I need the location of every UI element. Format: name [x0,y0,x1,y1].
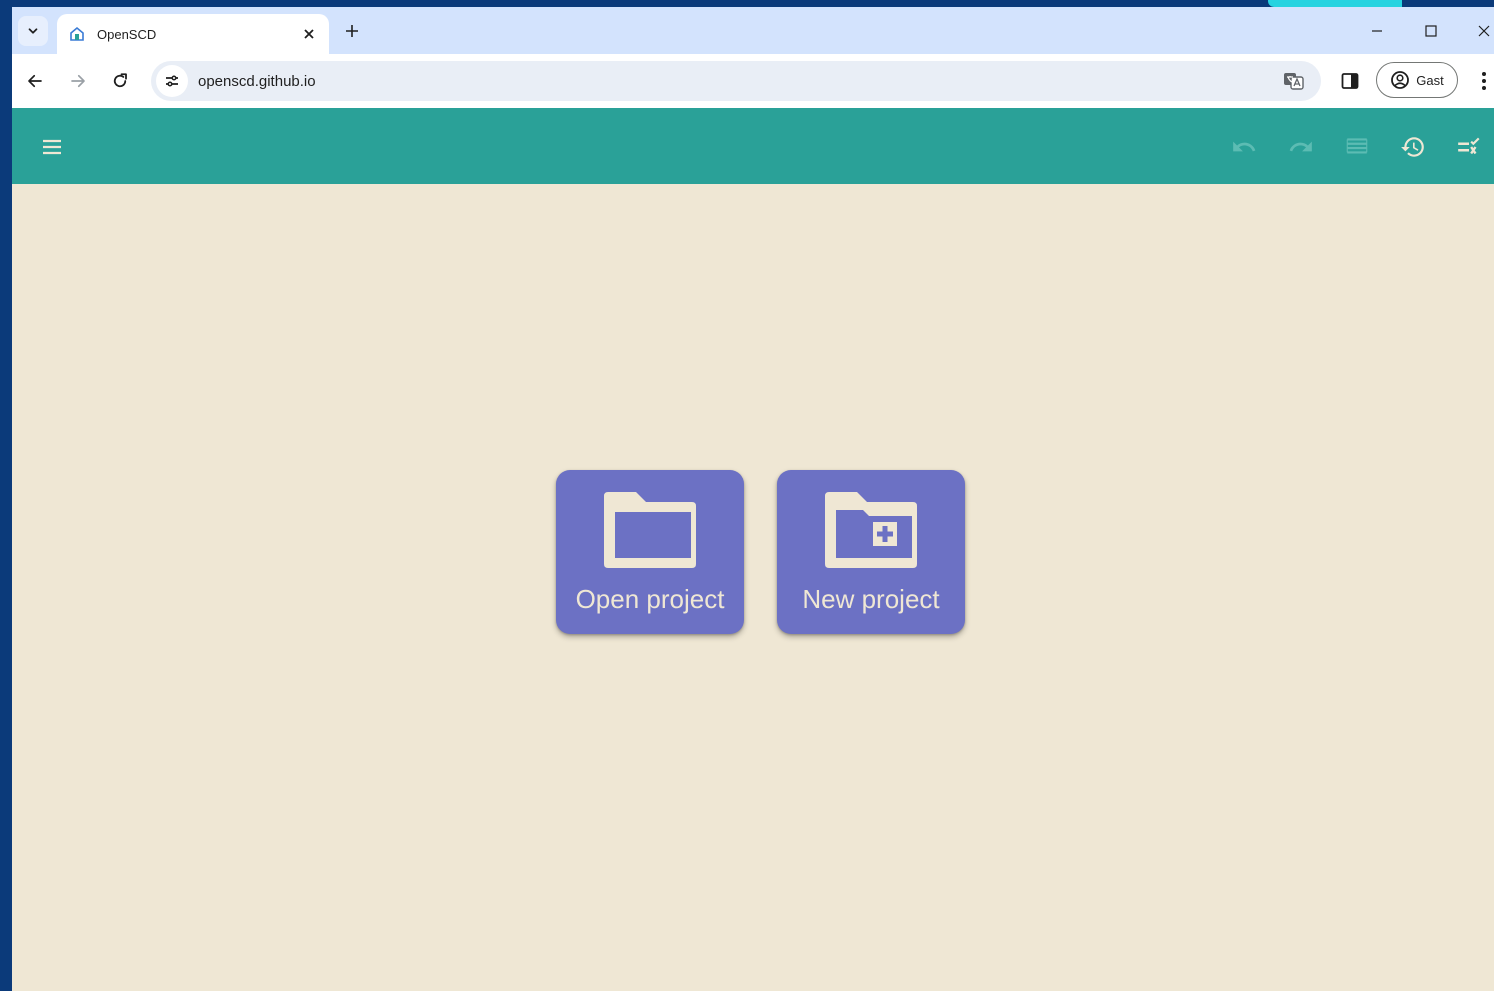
forward-button[interactable] [63,66,93,96]
open-project-button[interactable]: Open project [556,470,744,634]
new-project-label: New project [802,584,940,614]
create-new-folder-icon [819,486,923,574]
diagnostics-button[interactable] [1456,134,1482,160]
back-button[interactable] [20,66,50,96]
address-bar[interactable]: openscd.github.io [151,61,1321,101]
app-bar [12,108,1494,184]
arrow-right-icon [71,74,85,88]
profile-button[interactable]: Gast [1376,62,1458,98]
reload-icon [113,73,127,88]
undo-icon [1233,141,1256,152]
minimize-icon [1372,30,1382,32]
profile-label: Gast [1416,72,1444,88]
diagnostics-icon [1458,137,1480,155]
close-window-button[interactable] [1470,17,1494,45]
translate-button[interactable] [1279,66,1309,96]
folder-icon [598,486,702,574]
site-info-button[interactable] [156,65,188,97]
undo-button[interactable] [1231,134,1257,160]
plus-icon [346,25,358,37]
menu-icon [43,139,61,155]
tab-title: OpenSCD [97,26,157,42]
translate-icon [1284,73,1304,90]
redo-button[interactable] [1288,134,1314,160]
menu-button[interactable] [39,134,65,160]
side-panel-icon [1341,73,1359,89]
browser-tab[interactable]: OpenSCD [57,14,329,54]
side-panel-button[interactable] [1335,66,1365,96]
arrow-left-icon [28,74,42,88]
history-button[interactable] [1400,134,1426,160]
chevron-down-icon [28,28,38,34]
history-icon [1401,137,1424,157]
tab-strip: OpenSCD [12,7,1494,54]
maximize-button[interactable] [1417,17,1445,45]
new-project-button[interactable]: New project [777,470,965,634]
tab-search-button[interactable] [18,16,48,46]
open-project-label: Open project [575,584,725,614]
log-button[interactable] [1344,134,1370,160]
close-icon [1478,25,1490,37]
browser-window: OpenSCD openscd.github.io Gast Open proj… [12,7,1494,991]
browser-toolbar: openscd.github.io Gast [12,54,1494,108]
maximize-icon [1425,25,1437,37]
desktop-accent [1268,0,1402,7]
close-tab-icon[interactable] [297,22,321,46]
main-content: Open project New project [12,184,1494,991]
url-text[interactable]: openscd.github.io [198,73,1279,90]
new-tab-button[interactable] [340,19,364,43]
account-circle-icon [1391,71,1410,89]
redo-icon [1289,141,1312,152]
minimize-button[interactable] [1363,17,1391,45]
browser-menu-button[interactable] [1474,66,1494,96]
reload-button[interactable] [105,66,135,96]
openscd-favicon-icon [69,26,85,42]
more-vert-icon [1482,72,1486,90]
log-icon [1346,138,1368,154]
tune-icon [166,75,178,87]
